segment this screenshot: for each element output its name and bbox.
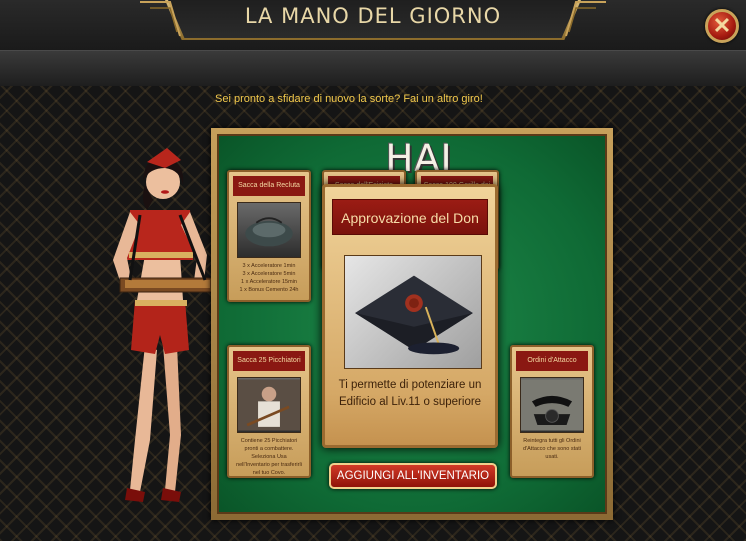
add-to-inventory-button[interactable]: AGGIUNGI ALL'INVENTARIO [329,463,497,489]
telephone-image [520,377,584,433]
card-title: Sacca della Recluta [233,176,305,196]
reward-image [344,255,482,369]
card-description: Reintegra tutti gli Ordini d'Attacco che… [523,438,581,460]
won-reward-card: Approvazione del Don Ti permette di pote… [322,184,498,448]
won-reward-title: Approvazione del Don [332,199,488,235]
won-reward-description: Ti permette di potenziare un Edificio al… [338,379,482,408]
card-title: Sacca 25 Picchiatori [233,351,305,371]
close-button[interactable]: ✕ [705,9,739,43]
telephone-icon [521,379,583,431]
close-icon: ✕ [712,13,732,38]
card-description: Contiene 25 Picchiatori pronti a combatt… [236,438,302,476]
card-title: Ordini d'Attacco [516,351,588,371]
bag-icon [245,217,293,247]
reward-card[interactable]: Sacca della Recluta 3 x Acceleratore 1mi… [227,170,311,302]
reward-card[interactable]: Ordini d'Attacco Reintegra tutti gli Ord… [510,345,594,478]
card-description: 3 x Acceleratore 1min 3 x Acceleratore 5… [239,263,299,293]
thug-icon [238,379,300,431]
page-title: LA MANO DEL GIORNO [244,4,502,28]
prompt-text: Sei pronto a sfidare di nuovo la sorte? … [215,93,483,105]
sealed-letter-icon [355,275,473,355]
bag-image [237,202,301,258]
reward-card[interactable]: Sacca 25 Picchiatori Contiene 25 Picchia… [227,345,311,478]
header-strip [0,50,746,86]
thugs-image [237,377,301,433]
